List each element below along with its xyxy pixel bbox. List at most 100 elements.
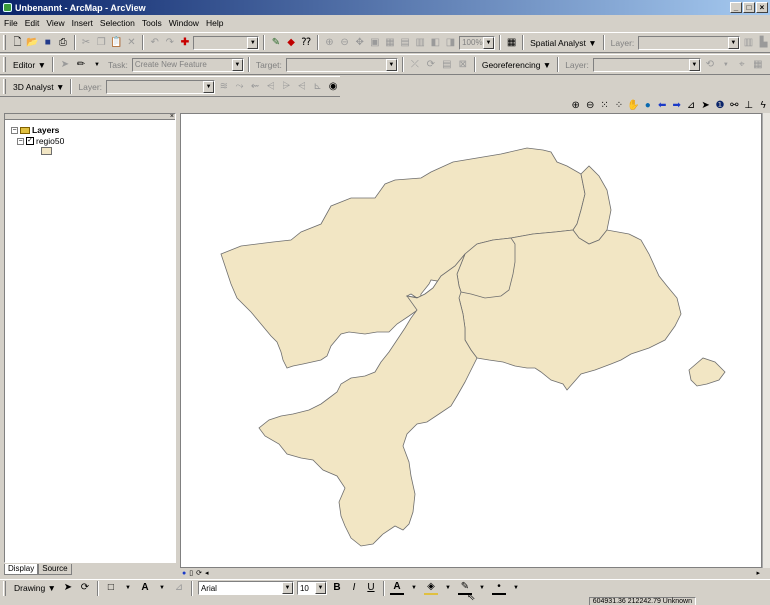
- map-vertical-scrollbar[interactable]: [762, 113, 770, 568]
- fixed-zoom-in-icon[interactable]: ⁙: [598, 99, 611, 113]
- font-color-dropdown-icon[interactable]: ▼: [407, 581, 421, 595]
- rotate-element-icon[interactable]: ⟳: [78, 581, 92, 595]
- identify-icon[interactable]: ❶: [713, 99, 726, 113]
- menu-help[interactable]: Help: [206, 18, 223, 28]
- scroll-right-icon[interactable]: ▸: [756, 569, 760, 577]
- editor-menu[interactable]: Editor ▼: [11, 60, 48, 70]
- select-elements-icon[interactable]: ➤: [699, 99, 712, 113]
- split-tool-icon[interactable]: ⤫: [408, 58, 422, 72]
- georef-dropdown-icon[interactable]: ▼: [719, 58, 733, 72]
- arcscene-icon[interactable]: ◉: [326, 80, 340, 94]
- view-link-table-icon[interactable]: ▦: [751, 58, 765, 72]
- edit-vertices-icon[interactable]: ⊿: [172, 581, 186, 595]
- rectangle-dropdown-icon[interactable]: ▼: [121, 581, 135, 595]
- back-arrow-icon[interactable]: ⬅: [656, 99, 669, 113]
- rotate-georef-icon[interactable]: ⟲: [703, 58, 717, 72]
- zoom-whole-page-icon[interactable]: ▣: [368, 36, 381, 50]
- previous-extent-icon[interactable]: ◧: [429, 36, 442, 50]
- menu-tools[interactable]: Tools: [142, 18, 162, 28]
- undo-icon[interactable]: ↶: [148, 36, 161, 50]
- add-control-points-icon[interactable]: ⌖: [735, 58, 749, 72]
- bold-button[interactable]: B: [330, 581, 344, 595]
- marker-color-dropdown-icon[interactable]: ▼: [509, 581, 523, 595]
- map-view[interactable]: [180, 113, 762, 568]
- print-icon[interactable]: ⎙: [56, 36, 69, 50]
- redo-icon[interactable]: ↷: [163, 36, 176, 50]
- toc-root-row[interactable]: − Layers: [11, 125, 59, 135]
- fixed-zoom-out-icon[interactable]: ▥: [414, 36, 427, 50]
- select-features-icon[interactable]: ⊿: [684, 99, 697, 113]
- scroll-left-icon[interactable]: ◂: [205, 569, 209, 577]
- select-elements-arrow-icon[interactable]: ➤: [61, 581, 75, 595]
- find-binoculars-icon[interactable]: ⚯: [728, 99, 741, 113]
- sketch-dropdown-icon[interactable]: ▼: [90, 58, 104, 72]
- layers-label[interactable]: Layers: [32, 125, 59, 135]
- regio50-polygons[interactable]: [220, 147, 726, 547]
- layer-symbol-swatch[interactable]: [41, 147, 52, 155]
- italic-button[interactable]: I: [347, 581, 361, 595]
- 3d-analyst-menu[interactable]: 3D Analyst ▼: [11, 82, 66, 92]
- tab-source[interactable]: Source: [38, 564, 72, 575]
- georef-layer-select[interactable]: ▼: [592, 57, 701, 72]
- new-text-icon[interactable]: A: [138, 581, 152, 595]
- chart-icon[interactable]: ▙: [757, 36, 770, 50]
- editor-toolbar-icon[interactable]: ✎: [269, 36, 282, 50]
- profile-graph-icon[interactable]: ⊾: [311, 80, 325, 94]
- toolbar-grip[interactable]: [3, 580, 6, 596]
- arctoolbox-icon[interactable]: ◆: [285, 36, 298, 50]
- next-extent-icon[interactable]: ◨: [444, 36, 457, 50]
- interpolate-point-icon[interactable]: ⩤: [264, 80, 278, 94]
- menu-window[interactable]: Window: [169, 18, 199, 28]
- zoom-in-icon[interactable]: ⊕: [569, 99, 582, 113]
- drawing-menu[interactable]: Drawing ▼: [12, 583, 58, 593]
- toolbar-grip[interactable]: [3, 79, 6, 94]
- whats-this-icon[interactable]: ⁇: [300, 36, 313, 50]
- hyperlink-icon[interactable]: ϟ: [756, 99, 769, 113]
- sketch-properties-icon[interactable]: ⊠: [456, 58, 470, 72]
- save-icon[interactable]: ■: [41, 36, 54, 50]
- task-select[interactable]: Create New Feature ▼: [131, 57, 244, 72]
- georeferencing-menu[interactable]: Georeferencing ▼: [480, 60, 553, 70]
- paste-icon[interactable]: 📋: [110, 36, 123, 50]
- 3d-layer-select[interactable]: ▼: [106, 79, 216, 94]
- sketch-tool-icon[interactable]: ✏: [74, 58, 88, 72]
- toolbar-grip[interactable]: [3, 57, 6, 72]
- interpolate-line-icon[interactable]: ⩥: [280, 80, 294, 94]
- fixed-zoom-out-icon[interactable]: ⁘: [612, 99, 625, 113]
- font-size-select[interactable]: 10 ▼: [296, 581, 327, 595]
- text-dropdown-icon[interactable]: ▼: [155, 581, 169, 595]
- contour-icon[interactable]: ≋: [217, 80, 231, 94]
- region-far-east-island[interactable]: [688, 357, 726, 387]
- add-data-icon[interactable]: ✚: [178, 36, 191, 50]
- attributes-icon[interactable]: ▤: [440, 58, 454, 72]
- menu-view[interactable]: View: [46, 18, 64, 28]
- map-canvas[interactable]: [181, 114, 762, 568]
- underline-button[interactable]: U: [364, 581, 378, 595]
- copy-icon[interactable]: ❐: [95, 36, 108, 50]
- minimize-button[interactable]: _: [730, 2, 742, 13]
- steepest-path-icon[interactable]: ⤳: [233, 80, 247, 94]
- interpolate-polygon-icon[interactable]: ⩤: [295, 80, 309, 94]
- zoom-percent-field[interactable]: 100% ▼: [459, 35, 495, 50]
- refresh-icon[interactable]: ⟳: [196, 569, 202, 577]
- layout-zoom-in-icon[interactable]: ⊕: [323, 36, 336, 50]
- fill-color-icon[interactable]: ◈: [423, 581, 438, 595]
- line-of-sight-icon[interactable]: ⇜: [248, 80, 262, 94]
- table-icon[interactable]: ▦: [505, 36, 518, 50]
- line-color-dropdown-icon[interactable]: ▼: [475, 581, 489, 595]
- zoom-100-icon[interactable]: ▦: [383, 36, 396, 50]
- menu-insert[interactable]: Insert: [72, 18, 93, 28]
- target-select[interactable]: ▼: [285, 57, 398, 72]
- rectangle-tool-icon[interactable]: □: [104, 581, 118, 595]
- marker-color-icon[interactable]: •: [491, 581, 506, 595]
- layout-view-icon[interactable]: ▯: [189, 569, 193, 577]
- layer-name[interactable]: regio50: [36, 136, 64, 146]
- toc-layer-row[interactable]: − ✓ regio50: [17, 136, 64, 146]
- rotate-tool-icon[interactable]: ⟳: [424, 58, 438, 72]
- font-name-select[interactable]: Arial ▼: [197, 581, 294, 595]
- layer-visibility-checkbox[interactable]: ✓: [26, 137, 34, 145]
- forward-arrow-icon[interactable]: ➡: [670, 99, 683, 113]
- tab-display[interactable]: Display: [4, 564, 39, 575]
- histogram-icon[interactable]: ▥: [742, 36, 755, 50]
- fill-color-dropdown-icon[interactable]: ▼: [441, 581, 455, 595]
